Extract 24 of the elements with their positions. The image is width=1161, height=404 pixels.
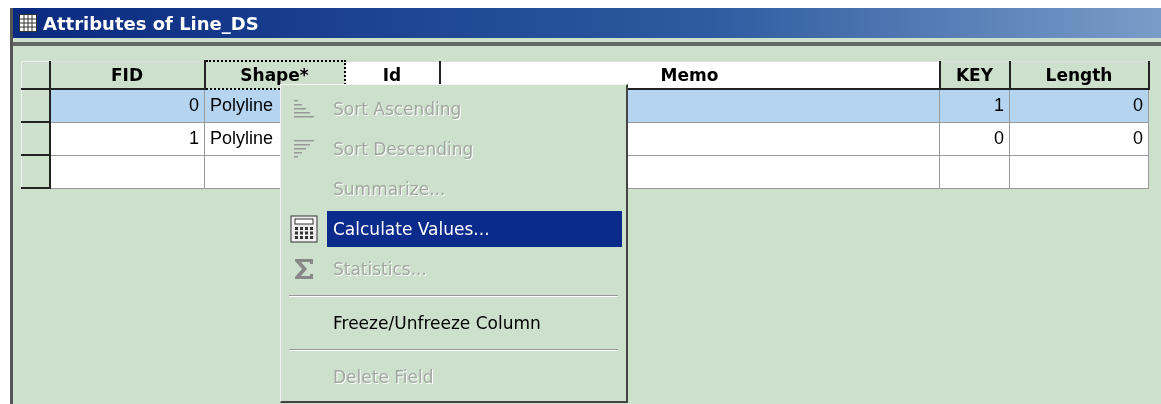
- column-header[interactable]: Memo: [439, 61, 940, 89]
- menu-item[interactable]: Calculate Values...: [327, 211, 622, 247]
- window-title: Attributes of Line_DS: [43, 12, 259, 34]
- column-header[interactable]: Length: [1009, 61, 1149, 89]
- column-header[interactable]: FID: [49, 61, 205, 89]
- row-selector[interactable]: [21, 89, 50, 122]
- table-cell: 1: [939, 89, 1010, 122]
- sort-descending-icon: [293, 138, 315, 160]
- menu-item[interactable]: Freeze/Unfreeze Column: [327, 305, 622, 341]
- table-cell: 0: [49, 89, 205, 122]
- row-selector[interactable]: [21, 122, 50, 155]
- corner-header[interactable]: [21, 61, 50, 89]
- column-header[interactable]: Shape*: [204, 61, 345, 89]
- row-selector[interactable]: [21, 155, 50, 188]
- table-cell: 0: [939, 122, 1010, 155]
- sort-ascending-icon: [293, 98, 315, 120]
- table-icon: [19, 14, 37, 32]
- sigma-icon: [293, 257, 315, 281]
- table-cell: [939, 155, 1010, 188]
- calculator-icon: [290, 215, 318, 243]
- table-cell: 0: [1009, 122, 1149, 155]
- table-cell: 0: [1009, 89, 1149, 122]
- column-header[interactable]: KEY: [939, 61, 1010, 89]
- table-cell: 1: [49, 122, 205, 155]
